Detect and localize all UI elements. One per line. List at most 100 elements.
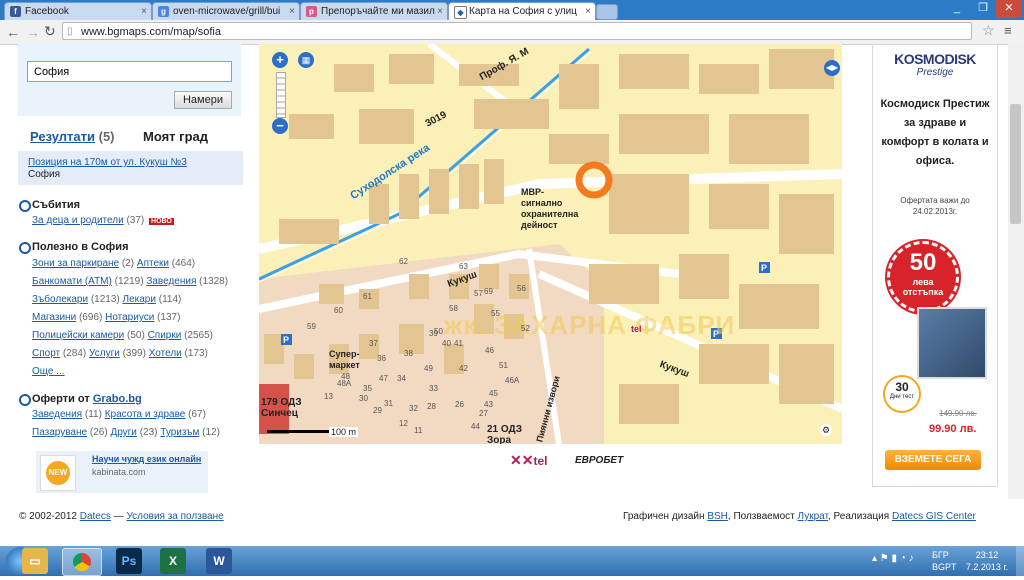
useful-link[interactable]: Хотели — [149, 348, 182, 359]
ad-valid: Офертата важи до 24.02.2013г. — [900, 196, 970, 216]
offers-count: (26) — [89, 427, 108, 438]
useful-link[interactable]: Нотариуси — [105, 312, 154, 323]
building-number: 52 — [521, 324, 530, 333]
eurobet-logo[interactable]: ЕВРОБЕТ — [575, 455, 623, 466]
word-icon[interactable]: W — [206, 548, 232, 574]
building-number: 42 — [459, 364, 468, 373]
scrollbar-thumb[interactable] — [1010, 104, 1021, 224]
building-number: 56 — [517, 284, 526, 293]
clock-date: 7.2.2013 г. — [965, 562, 1009, 572]
menu-icon[interactable]: ≡ — [1004, 23, 1012, 38]
chrome-icon[interactable] — [62, 548, 102, 576]
useful-link[interactable]: Спорт — [32, 348, 60, 359]
url-text: www.bgmaps.com/map/sofia — [81, 26, 221, 38]
offers-count: (67) — [188, 409, 206, 420]
offers-count: (23) — [139, 427, 158, 438]
tray-icons[interactable]: ▴ ⚑ ▮ ◔ ♪ — [872, 553, 914, 564]
excel-icon[interactable]: X — [160, 548, 186, 574]
zoom-in-button[interactable]: + — [272, 52, 288, 68]
building-number: 33 — [429, 384, 438, 393]
address-bar[interactable]: ▯ www.bgmaps.com/map/sofia — [62, 22, 972, 40]
tab-oven[interactable]: g oven-microwave/grill/bui × — [152, 2, 300, 20]
useful-link[interactable]: Полицейски камери — [32, 330, 124, 341]
useful-link[interactable]: Банкомати (АТМ) — [32, 276, 112, 287]
position-city: София — [28, 169, 61, 180]
language-indicator[interactable]: БГР BGPT — [932, 549, 957, 573]
tab-my-city[interactable]: Моят град — [143, 129, 208, 144]
close-icon[interactable]: × — [437, 3, 443, 20]
get-now-button[interactable]: ВЗЕМЕТЕ СЕГА — [885, 450, 981, 470]
zoom-slider[interactable] — [276, 72, 286, 118]
tel-label: tel — [631, 324, 642, 334]
offers-link[interactable]: Пазаруване — [32, 427, 87, 438]
layers-icon[interactable]: ▦ — [298, 52, 314, 68]
map-info-icon[interactable]: ⚙ — [820, 424, 832, 436]
offers-link[interactable]: Заведения — [32, 409, 82, 420]
language-ad[interactable]: NEW Научи чужд език онлайн kabinata.com — [36, 451, 208, 493]
bsh-link[interactable]: BSH — [707, 511, 728, 522]
close-icon[interactable]: × — [289, 3, 295, 20]
kosmodisk-ad[interactable]: KOSMODISK Prestige Космодиск Престиж за … — [872, 44, 998, 487]
lukrat-link[interactable]: Лукрат — [798, 511, 828, 522]
close-window-icon[interactable]: ✕ — [996, 0, 1022, 18]
explorer-icon[interactable]: ▭ — [22, 548, 48, 574]
show-desktop-button[interactable] — [1016, 546, 1024, 576]
page-icon: ▯ — [67, 26, 73, 37]
close-icon[interactable]: × — [141, 3, 147, 20]
useful-link[interactable]: Зони за паркиране — [32, 258, 119, 269]
useful-link[interactable]: Лекари — [123, 294, 156, 305]
useful-link[interactable]: Аптеки — [137, 258, 169, 269]
useful-link[interactable]: Заведения — [146, 276, 196, 287]
scrollbar[interactable] — [1008, 44, 1024, 499]
offers-link[interactable]: Други — [110, 427, 136, 438]
minimize-icon[interactable]: _ — [944, 0, 970, 18]
grabo-link[interactable]: Grabo.bg — [93, 393, 142, 405]
clock[interactable]: 23:12 7.2.2013 г. — [962, 549, 1012, 573]
close-icon[interactable]: × — [585, 3, 591, 20]
terms-link[interactable]: Условия за ползване — [126, 511, 223, 522]
reload-icon[interactable]: ↻ — [44, 23, 56, 40]
zoom-out-button[interactable]: − — [272, 118, 288, 134]
useful-count: (2) — [121, 258, 135, 269]
position-link[interactable]: Позиция на 170м от ул. Кукуш №3 — [28, 157, 187, 168]
useful-count: (137) — [157, 312, 181, 323]
offers-count: (12) — [202, 427, 220, 438]
maximize-icon[interactable]: ❐ — [970, 0, 996, 18]
offers-link[interactable]: Красота и здраве — [105, 409, 186, 420]
tel-sponsor-logo[interactable]: ✕✕tel — [510, 452, 547, 469]
useful-link[interactable]: Услуги — [89, 348, 120, 359]
building-number: 63 — [459, 262, 468, 271]
building-number: 12 — [399, 419, 408, 428]
useful-link[interactable]: Спирки — [148, 330, 182, 341]
datecs-gis-link[interactable]: Datecs GIS Center — [892, 511, 976, 522]
useful-link[interactable]: Зъболекари — [32, 294, 88, 305]
building-number: 32 — [409, 404, 418, 413]
collapse-panel-icon[interactable]: ◀▶ — [824, 60, 840, 76]
find-button[interactable]: Намери — [174, 91, 232, 109]
new-tab-button[interactable] — [596, 4, 618, 20]
bullet-icon — [19, 394, 31, 406]
building-number: 28 — [427, 402, 436, 411]
building-number: 11 — [414, 426, 423, 435]
photoshop-icon[interactable]: Ps — [116, 548, 142, 574]
building-number: 40 — [442, 339, 451, 348]
more-link[interactable]: Още ... — [32, 366, 65, 377]
tab-facebook[interactable]: f Facebook × — [4, 2, 152, 20]
map-canvas[interactable]: P P P 3019 Проф. Я. М Суходолска река МВ… — [259, 44, 842, 444]
building-number: 62 — [399, 257, 408, 266]
back-icon[interactable]: ← — [6, 24, 20, 40]
star-icon[interactable]: ☆ — [982, 22, 995, 39]
ad-title[interactable]: Научи чужд език онлайн — [92, 454, 201, 464]
tab-results[interactable]: Резултати (5) — [30, 129, 115, 144]
discount-badge: 50 лева отстъпка — [887, 241, 959, 313]
tab-forum[interactable]: p Препоръчайте ми мазил × — [300, 2, 448, 20]
poi-label: МВР-сигнално охранителна дейност — [521, 187, 579, 230]
offers-link[interactable]: Туризъм — [160, 427, 199, 438]
useful-link[interactable]: Магазини — [32, 312, 76, 323]
tab-bgmaps[interactable]: ◈ Карта на София с улиц × — [448, 2, 596, 20]
city-search-input[interactable] — [27, 61, 232, 82]
datecs-link[interactable]: Datecs — [80, 511, 111, 522]
forward-icon[interactable]: → — [26, 24, 40, 40]
building-number: 45 — [489, 389, 498, 398]
events-link[interactable]: За деца и родители — [32, 215, 124, 226]
